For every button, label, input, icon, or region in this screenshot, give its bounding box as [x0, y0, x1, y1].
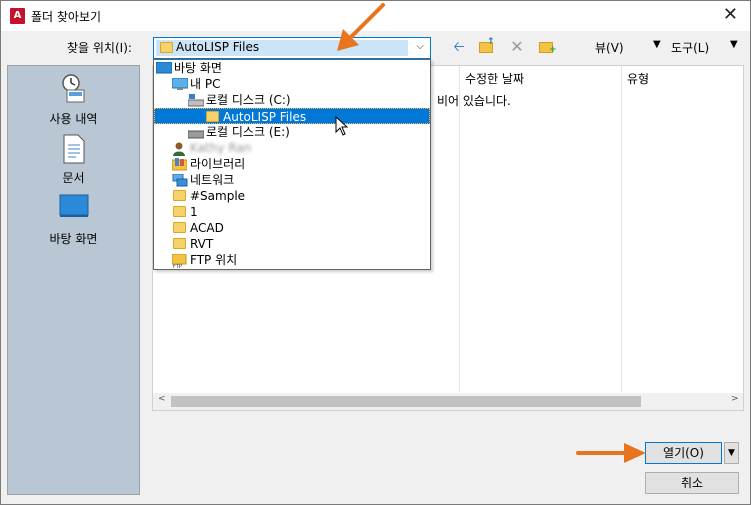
dropdown-item-acad[interactable]: ACAD	[154, 220, 430, 236]
dropdown-item-local-disk-e[interactable]: 로컬 디스크 (E:)	[154, 124, 430, 140]
empty-folder-message: 비어 있습니다.	[437, 94, 511, 108]
open-button[interactable]: 열기(O)	[645, 442, 722, 464]
library-icon	[172, 158, 187, 171]
folder-icon	[173, 222, 186, 233]
window-title: 폴더 찾아보기	[31, 10, 102, 24]
mouse-cursor-icon	[335, 116, 349, 136]
close-button[interactable]: ✕	[723, 4, 738, 25]
dropdown-item-libraries[interactable]: 라이브러리	[154, 156, 430, 172]
plus-icon: +	[549, 45, 557, 55]
places-bar: 사용 내역 문서 바탕 화면	[7, 65, 140, 495]
browse-folder-dialog: A 폴더 찾아보기 ✕ 찾을 위치(I): AutoLISP Files ⌵ 🡠…	[0, 0, 751, 505]
scroll-right-arrow-icon[interactable]: >	[731, 394, 739, 404]
column-divider	[621, 66, 622, 392]
dropdown-item-this-pc[interactable]: 내 PC	[154, 76, 430, 92]
up-one-level-button[interactable]: ↑	[477, 38, 497, 56]
documents-icon	[63, 134, 84, 164]
create-new-folder-button[interactable]: +	[537, 38, 557, 56]
places-label-history: 사용 내역	[49, 112, 98, 126]
column-header-date-modified[interactable]: 수정한 날짜	[465, 70, 524, 87]
pc-icon	[172, 78, 188, 90]
delete-icon[interactable]: ✕	[509, 38, 525, 56]
places-item-documents[interactable]: 문서	[8, 134, 139, 188]
dropdown-item-sample[interactable]: #Sample	[154, 188, 430, 204]
svg-text:FTP: FTP	[173, 264, 182, 268]
up-arrow-icon: ↑	[487, 37, 495, 47]
column-header-type[interactable]: 유형	[627, 70, 649, 87]
dropdown-item-local-disk-c[interactable]: 로컬 디스크 (C:)	[154, 92, 430, 108]
views-menu[interactable]: 뷰(V)	[595, 39, 624, 56]
dropdown-item-user-folder[interactable]: Kathy Ran	[154, 140, 430, 156]
dropdown-item-autolisp-files[interactable]: AutoLISP Files	[154, 108, 430, 124]
annotation-arrow-icon	[576, 443, 646, 463]
open-options-dropdown-icon[interactable]: ▼	[724, 442, 739, 464]
folder-icon	[173, 206, 186, 217]
scrollbar-thumb[interactable]	[171, 396, 641, 407]
places-item-desktop[interactable]: 바탕 화면	[8, 194, 139, 250]
look-in-combo[interactable]: AutoLISP Files ⌵	[153, 37, 431, 59]
views-dropdown-arrow-icon[interactable]: ▼	[653, 39, 661, 50]
desktop-icon	[156, 62, 172, 74]
user-icon	[173, 142, 185, 156]
chevron-down-icon[interactable]: ⌵	[416, 41, 424, 52]
dropdown-item-1[interactable]: 1	[154, 204, 430, 220]
look-in-dropdown-list[interactable]: 바탕 화면 내 PC 로컬 디스크 (C:) AutoLISP Files 로컬…	[153, 59, 431, 270]
autocad-app-icon: A	[10, 8, 25, 24]
folder-icon	[206, 111, 219, 122]
folder-icon	[173, 190, 186, 201]
places-label-desktop: 바탕 화면	[49, 232, 98, 246]
tools-menu[interactable]: 도구(L)	[671, 39, 709, 56]
drive-icon	[188, 130, 204, 139]
desktop-icon	[59, 194, 88, 217]
column-divider	[459, 66, 460, 392]
back-arrow-icon[interactable]: 🡠	[449, 38, 469, 56]
dropdown-item-rvt[interactable]: RVT	[154, 236, 430, 252]
horizontal-scrollbar[interactable]: < >	[153, 393, 743, 410]
look-in-label: 찾을 위치(I):	[67, 41, 132, 55]
dropdown-item-network[interactable]: 네트워크	[154, 172, 430, 188]
scroll-left-arrow-icon[interactable]: <	[158, 394, 166, 404]
places-label-documents: 문서	[62, 171, 85, 185]
dropdown-item-ftp-locations[interactable]: FTP FTP 위치	[154, 252, 430, 268]
places-item-history[interactable]: 사용 내역	[8, 72, 139, 132]
history-icon	[61, 74, 84, 103]
folder-icon	[173, 238, 186, 249]
ftp-icon: FTP	[172, 254, 187, 268]
network-icon	[172, 174, 188, 187]
tools-dropdown-arrow-icon[interactable]: ▼	[730, 39, 738, 50]
annotation-arrow-icon	[337, 3, 385, 51]
dropdown-item-desktop[interactable]: 바탕 화면	[154, 60, 430, 76]
folder-icon	[160, 42, 173, 53]
cancel-button[interactable]: 취소	[645, 472, 739, 494]
look-in-value: AutoLISP Files	[176, 40, 260, 54]
drive-icon	[188, 94, 204, 107]
